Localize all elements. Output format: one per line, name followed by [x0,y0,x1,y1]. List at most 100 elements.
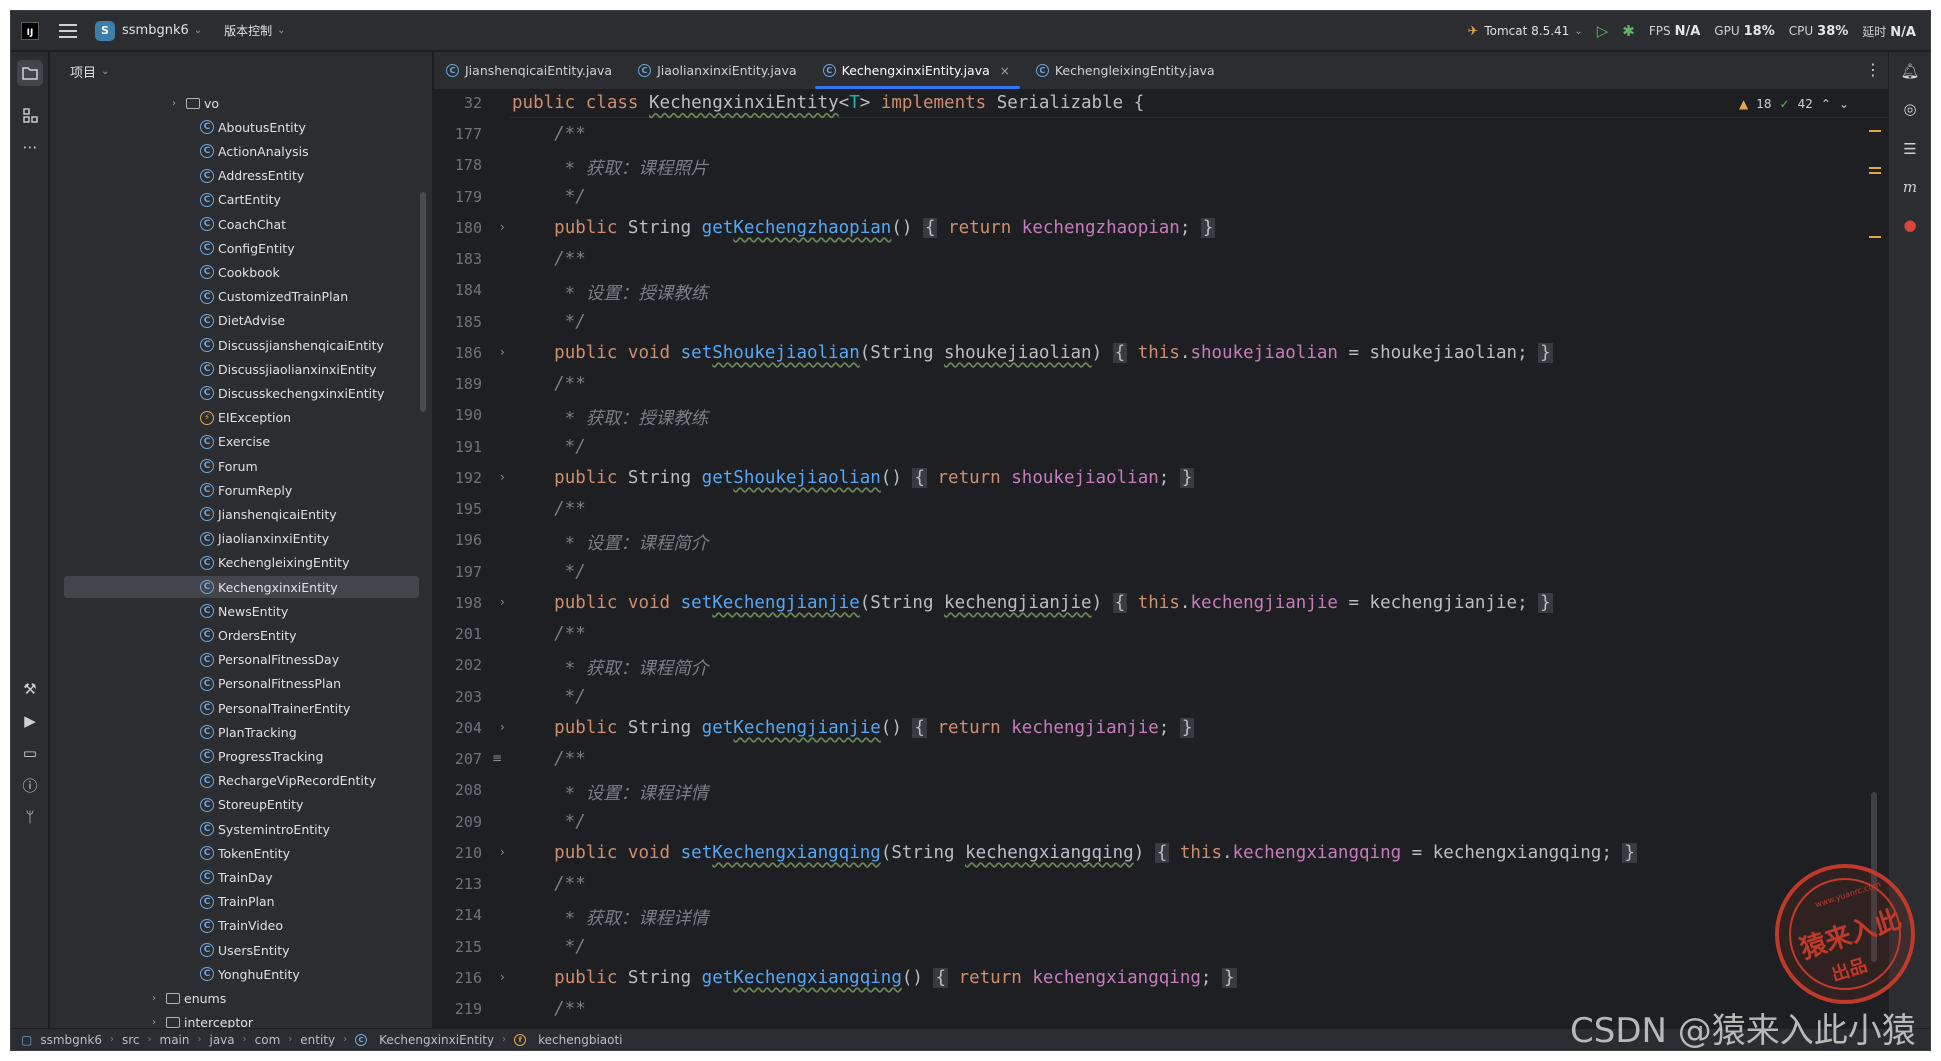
code-line[interactable]: */ [512,937,586,957]
tree-item[interactable]: C TrainPlan [50,891,432,913]
problems-tool-icon[interactable]: ⓘ [17,772,43,798]
code-line[interactable]: * 获取：课程详情 [512,905,709,930]
chevron-right-icon[interactable]: › [152,1017,166,1028]
project-badge-icon[interactable]: S [95,20,115,41]
code-line[interactable]: * 获取：课程照片 [512,155,709,180]
tree-item[interactable]: C NewsEntity [50,600,432,622]
tree-item[interactable]: C Cookbook [50,261,432,283]
tree-item[interactable]: C ProgressTracking [50,745,432,767]
tree-scrollbar[interactable] [420,192,426,412]
code-line[interactable]: * 设置：课程简介 [512,530,709,555]
terminal-tool-icon[interactable]: ▭ [17,740,43,766]
code-line[interactable]: /** [512,249,586,269]
code-line[interactable]: * 设置：授课教练 [512,280,709,305]
tree-item[interactable]: C StoreupEntity [50,794,432,816]
code-line[interactable]: * 获取：授课教练 [512,405,709,430]
code-line[interactable]: public void setKechengxiangqing(String k… [512,842,1637,863]
tree-item[interactable]: C DiscusskechengxinxiEntity [50,382,432,404]
breadcrumb-item[interactable]: entity [300,1033,335,1047]
tree-item[interactable]: C PersonalFitnessDay [50,649,432,671]
tree-item[interactable]: C TokenEntity [50,842,432,864]
maven-icon[interactable]: m [1897,174,1923,200]
database-icon[interactable]: ☰ [1897,136,1923,162]
tree-item[interactable]: C CartEntity [50,189,432,211]
code-line[interactable]: /** [512,624,586,644]
code-line[interactable]: */ [512,187,586,207]
tree-item[interactable]: C TrainVideo [50,915,432,937]
prev-highlight-icon[interactable]: ⌃ [1821,97,1831,111]
code-line[interactable]: */ [512,687,586,707]
fold-chevron-icon[interactable]: › [500,345,505,359]
tree-item[interactable]: C SystemintroEntity [50,818,432,840]
render-doc-icon[interactable]: ≡ [492,751,502,765]
editor-tab[interactable]: C JianshenqicaiEntity.java [434,52,626,89]
tree-item[interactable]: C ConfigEntity [50,237,432,259]
ai-assistant-icon[interactable]: ◎ [1897,96,1923,122]
project-tool-icon[interactable] [17,60,43,86]
tree-item[interactable]: C AddressEntity [50,165,432,187]
tree-folder[interactable]: › enums [50,987,432,1009]
fold-chevron-icon[interactable]: › [500,970,505,984]
code-line[interactable]: public void setKechengjianjie(String kec… [512,592,1553,613]
run-icon[interactable]: ▷ [1597,22,1609,40]
structure-tool-icon[interactable] [17,102,43,128]
breadcrumb-item[interactable]: KechengxinxiEntity [379,1033,494,1047]
code-line[interactable]: public void setShoukejiaolian(String sho… [512,342,1553,363]
inspection-widget[interactable]: ▲ 18 ✓ 42 ⌃ ⌄ [1739,97,1849,111]
error-stripe-mark[interactable] [1869,172,1881,174]
tree-item[interactable]: C DiscussjianshenqicaiEntity [50,334,432,356]
tree-item[interactable]: C CoachChat [50,213,432,235]
code-line[interactable]: /** [512,499,586,519]
tree-item[interactable]: C TrainDay [50,866,432,888]
fold-chevron-icon[interactable]: › [500,845,505,859]
debug-icon[interactable]: ✱ [1622,22,1635,40]
next-highlight-icon[interactable]: ⌄ [1839,97,1849,111]
more-tools-icon[interactable]: ⋯ [17,134,43,160]
code-line[interactable]: * 获取：课程简介 [512,655,709,680]
code-line[interactable]: */ [512,437,586,457]
breadcrumb-item[interactable]: main [160,1033,190,1047]
breadcrumb-item[interactable]: com [255,1033,281,1047]
tree-item[interactable]: C PersonalTrainerEntity [50,697,432,719]
tree-item[interactable]: C YonghuEntity [50,963,432,985]
tree-item[interactable]: C UsersEntity [50,939,432,961]
tabs-more-icon[interactable]: ⋮ [1865,60,1881,79]
notifications-icon[interactable]: 🔔︎ [1897,58,1923,84]
intellij-logo-icon[interactable]: IJ [21,21,39,40]
tree-item[interactable]: C CustomizedTrainPlan [50,286,432,308]
tree-item[interactable]: C ForumReply [50,479,432,501]
code-view[interactable]: public class KechengxinxiEntity<T> imple… [510,90,1889,1030]
vcs-menu[interactable]: 版本控制 ⌄ [224,22,285,39]
error-stripe-mark[interactable] [1869,236,1881,238]
code-line[interactable]: /** [512,124,586,144]
run-config-selector[interactable]: ✈ Tomcat 8.5.41 ⌄ [1467,24,1582,39]
fold-chevron-icon[interactable]: › [500,720,505,734]
breadcrumb-item[interactable]: java [209,1033,234,1047]
code-line[interactable]: /** [512,374,586,394]
close-icon[interactable]: × [1000,64,1010,78]
code-line[interactable]: */ [512,312,586,332]
main-menu-icon[interactable] [59,23,77,38]
editor-tab[interactable]: C JiaolianxinxiEntity.java [626,52,811,89]
tree-item[interactable]: C PlanTracking [50,721,432,743]
fold-chevron-icon[interactable]: › [500,470,505,484]
tree-item[interactable]: ⚡ EIException [50,407,432,429]
project-switcher[interactable]: ssmbgnk6 ⌄ [122,23,202,38]
tree-item[interactable]: C KechengxinxiEntity [64,576,419,598]
breadcrumb-item[interactable]: src [122,1033,140,1047]
error-stripe-mark[interactable] [1869,167,1881,169]
tree-item[interactable]: C PersonalFitnessPlan [50,673,432,695]
code-line[interactable]: public String getKechengzhaopian() { ret… [512,217,1216,238]
breadcrumb-item[interactable]: ssmbgnk6 [40,1033,102,1047]
tree-item[interactable]: C OrdersEntity [50,624,432,646]
services-tool-icon[interactable]: ▶ [17,708,43,734]
code-line[interactable]: */ [512,562,586,582]
chevron-right-icon[interactable]: › [152,993,166,1004]
tree-folder[interactable]: › vo [50,92,432,114]
chevron-right-icon[interactable]: › [172,98,186,109]
code-line[interactable]: public String getKechengjianjie() { retu… [512,717,1195,738]
code-line[interactable]: public String getKechengxiangqing() { re… [512,967,1237,988]
code-line[interactable]: /** [512,999,586,1019]
tree-item[interactable]: C Forum [50,455,432,477]
tree-item[interactable]: C KechengleixingEntity [50,552,432,574]
